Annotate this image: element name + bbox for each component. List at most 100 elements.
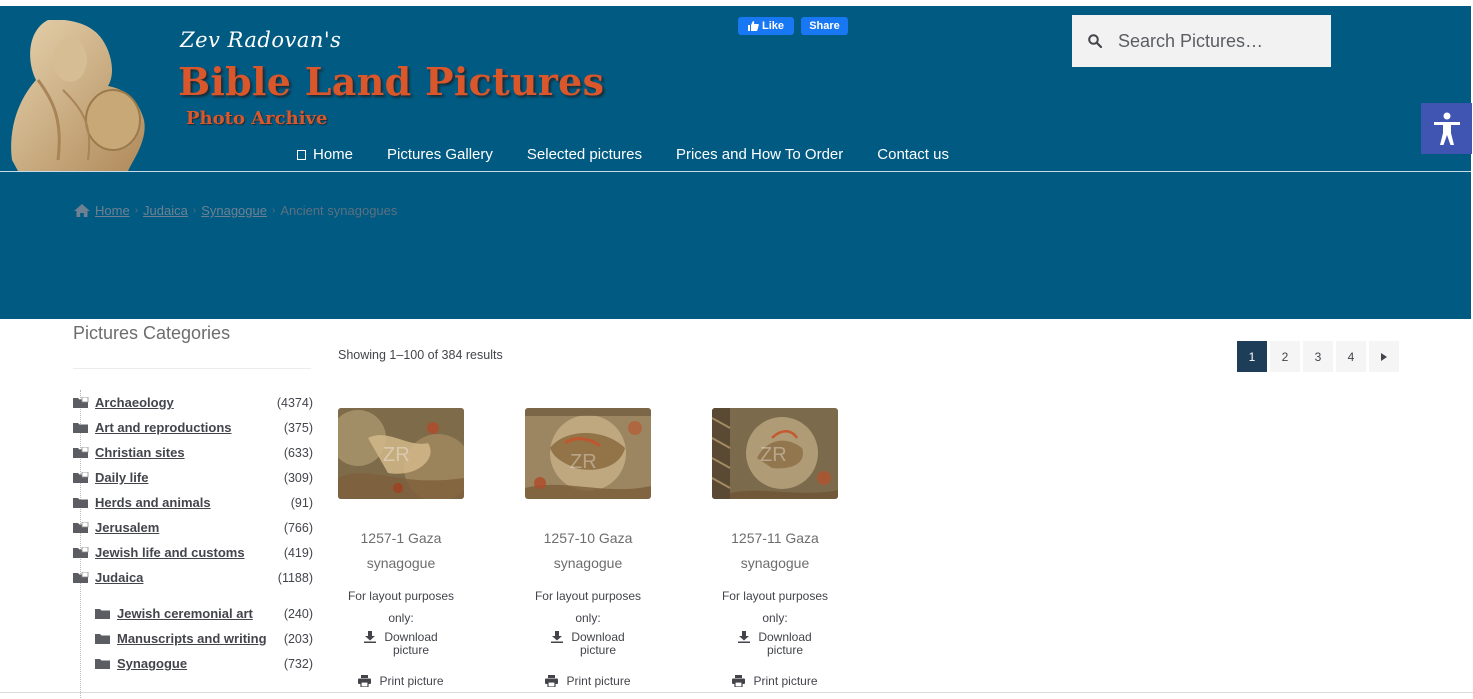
home-icon [74, 204, 90, 217]
layout-note: For layout purposes only: [338, 585, 464, 629]
facebook-share-button[interactable]: Share [801, 17, 848, 35]
print-picture-link[interactable]: Print picture [712, 674, 838, 688]
category-item[interactable]: Jewish life and customs (419) [73, 540, 313, 565]
product-title[interactable]: 1257-1 Gaza synagogue [338, 526, 464, 576]
category-count: (91) [290, 495, 313, 510]
category-link[interactable]: Christian sites [95, 445, 284, 460]
category-link[interactable]: Art and reproductions [95, 420, 284, 435]
subcategory-link[interactable]: Manuscripts and writing [117, 631, 284, 646]
nav-item-home[interactable]: Home [297, 146, 353, 163]
thumbs-up-icon [747, 21, 759, 31]
nav-item-pictures-gallery[interactable]: Pictures Gallery [387, 146, 493, 163]
layout-note-line: For layout purposes [721, 589, 829, 603]
nav-item-selected-pictures[interactable]: Selected pictures [527, 146, 642, 163]
category-list: Archaeology (4374) Art and reproductions… [73, 390, 313, 676]
layout-note-line: only: [575, 611, 601, 625]
download-label: picture [766, 643, 804, 657]
breadcrumb-link-home[interactable]: Home [95, 203, 130, 218]
logo-statue-image[interactable] [8, 20, 150, 171]
nav-item-label: Prices and How To Order [675, 146, 844, 163]
nav-item-label: Pictures Gallery [387, 146, 493, 163]
search-icon[interactable] [1072, 34, 1118, 48]
subcategory-link[interactable]: Jewish ceremonial art [117, 606, 284, 621]
product-title-line: synagogue [553, 555, 623, 571]
print-picture-link[interactable]: Print picture [338, 674, 464, 688]
accessibility-button[interactable] [1421, 103, 1472, 154]
folder-icon [73, 498, 88, 508]
page-button-2[interactable]: 2 [1270, 341, 1300, 372]
subcategory-item[interactable]: Jewish ceremonial art (240) [73, 601, 313, 626]
subcategory-link[interactable]: Synagogue [117, 656, 284, 671]
layout-note-line: For layout purposes [347, 589, 455, 603]
layout-note: For layout purposes only: [525, 585, 651, 629]
product-thumbnail[interactable]: ZR [525, 408, 651, 499]
category-link[interactable]: Archaeology [95, 395, 277, 410]
facebook-like-button[interactable]: Like [738, 17, 794, 35]
download-picture-link[interactable]: Download picture [338, 631, 464, 657]
folder-icon [73, 423, 88, 433]
category-link[interactable]: Jerusalem [95, 520, 284, 535]
subcategory-count: (732) [283, 656, 313, 671]
svg-text:ZR: ZR [760, 444, 787, 466]
pagination: 1 2 3 4 [1237, 341, 1399, 372]
product-title[interactable]: 1257-11 Gaza synagogue [712, 526, 838, 576]
category-link[interactable]: Judaica [95, 570, 278, 585]
product-card: ZR 1257-10 Gaza synagogue For layout pur… [525, 408, 651, 688]
breadcrumb-link-judaica[interactable]: Judaica [143, 203, 188, 218]
page-button-4[interactable]: 4 [1336, 341, 1366, 372]
folder-icon [95, 659, 110, 669]
category-item[interactable]: Daily life (309) [73, 465, 313, 490]
category-count: (309) [283, 470, 313, 485]
breadcrumb-separator-icon: › [134, 205, 139, 216]
folder-icon [73, 447, 89, 458]
nav-item-contact[interactable]: Contact us [877, 146, 949, 163]
category-item[interactable]: Jerusalem (766) [73, 515, 313, 540]
category-item[interactable]: Christian sites (633) [73, 440, 313, 465]
page-button-3[interactable]: 3 [1303, 341, 1333, 372]
svg-text:ZR: ZR [383, 444, 410, 466]
layout-note-line: For layout purposes [534, 589, 642, 603]
print-picture-link[interactable]: Print picture [525, 674, 651, 688]
page-button-1[interactable]: 1 [1237, 341, 1267, 372]
sidebar-title: Pictures Categories [73, 323, 231, 343]
category-item[interactable]: Archaeology (4374) [73, 390, 313, 415]
print-label: Print picture [753, 674, 818, 688]
next-page-button[interactable] [1369, 341, 1399, 372]
folder-icon [73, 472, 89, 483]
download-picture-link[interactable]: Download picture [525, 631, 651, 657]
search-input[interactable] [1118, 30, 1318, 52]
product-title-line: 1257-1 Gaza [360, 530, 442, 546]
subcategory-item[interactable]: Manuscripts and writing (203) [73, 626, 313, 651]
nav-item-label: Contact us [877, 146, 949, 163]
category-item[interactable]: Herds and animals (91) [73, 490, 313, 515]
category-link[interactable]: Daily life [95, 470, 284, 485]
logo-tagline[interactable]: Zev Radovan's [180, 28, 341, 52]
printer-icon [732, 675, 746, 687]
product-thumbnail[interactable]: ZR [711, 408, 838, 499]
product-title[interactable]: 1257-10 Gaza synagogue [525, 526, 651, 576]
chevron-right-icon [1381, 352, 1387, 361]
download-picture-link[interactable]: Download picture [712, 631, 838, 657]
subcategory-item[interactable]: Synagogue (732) [73, 651, 313, 676]
breadcrumb-separator-icon: › [271, 205, 276, 216]
folder-icon [73, 547, 89, 558]
breadcrumb-link-synagogue[interactable]: Synagogue [201, 203, 267, 218]
category-item[interactable]: Art and reproductions (375) [73, 415, 313, 440]
category-item[interactable]: Judaica (1188) [73, 565, 313, 590]
logo-title[interactable]: Bible Land Pictures [178, 59, 604, 104]
subcategory-count: (240) [283, 606, 313, 621]
category-count: (375) [283, 420, 313, 435]
sidebar-divider [73, 368, 311, 369]
product-thumbnail[interactable]: ZR [330, 408, 472, 502]
nav-item-prices[interactable]: Prices and How To Order [676, 146, 843, 163]
category-count: (1188) [277, 570, 313, 585]
layout-note-line: only: [762, 611, 788, 625]
window-bottom-edge [0, 692, 1473, 693]
home-icon [297, 149, 306, 160]
category-link[interactable]: Jewish life and customs [95, 545, 284, 560]
main-navigation: Home Pictures Gallery Selected pictures … [297, 146, 949, 163]
logo-subtitle[interactable]: Photo Archive [186, 108, 327, 129]
category-link[interactable]: Herds and animals [95, 495, 291, 510]
layout-note: For layout purposes only: [712, 585, 838, 629]
header-divider [0, 171, 1471, 172]
